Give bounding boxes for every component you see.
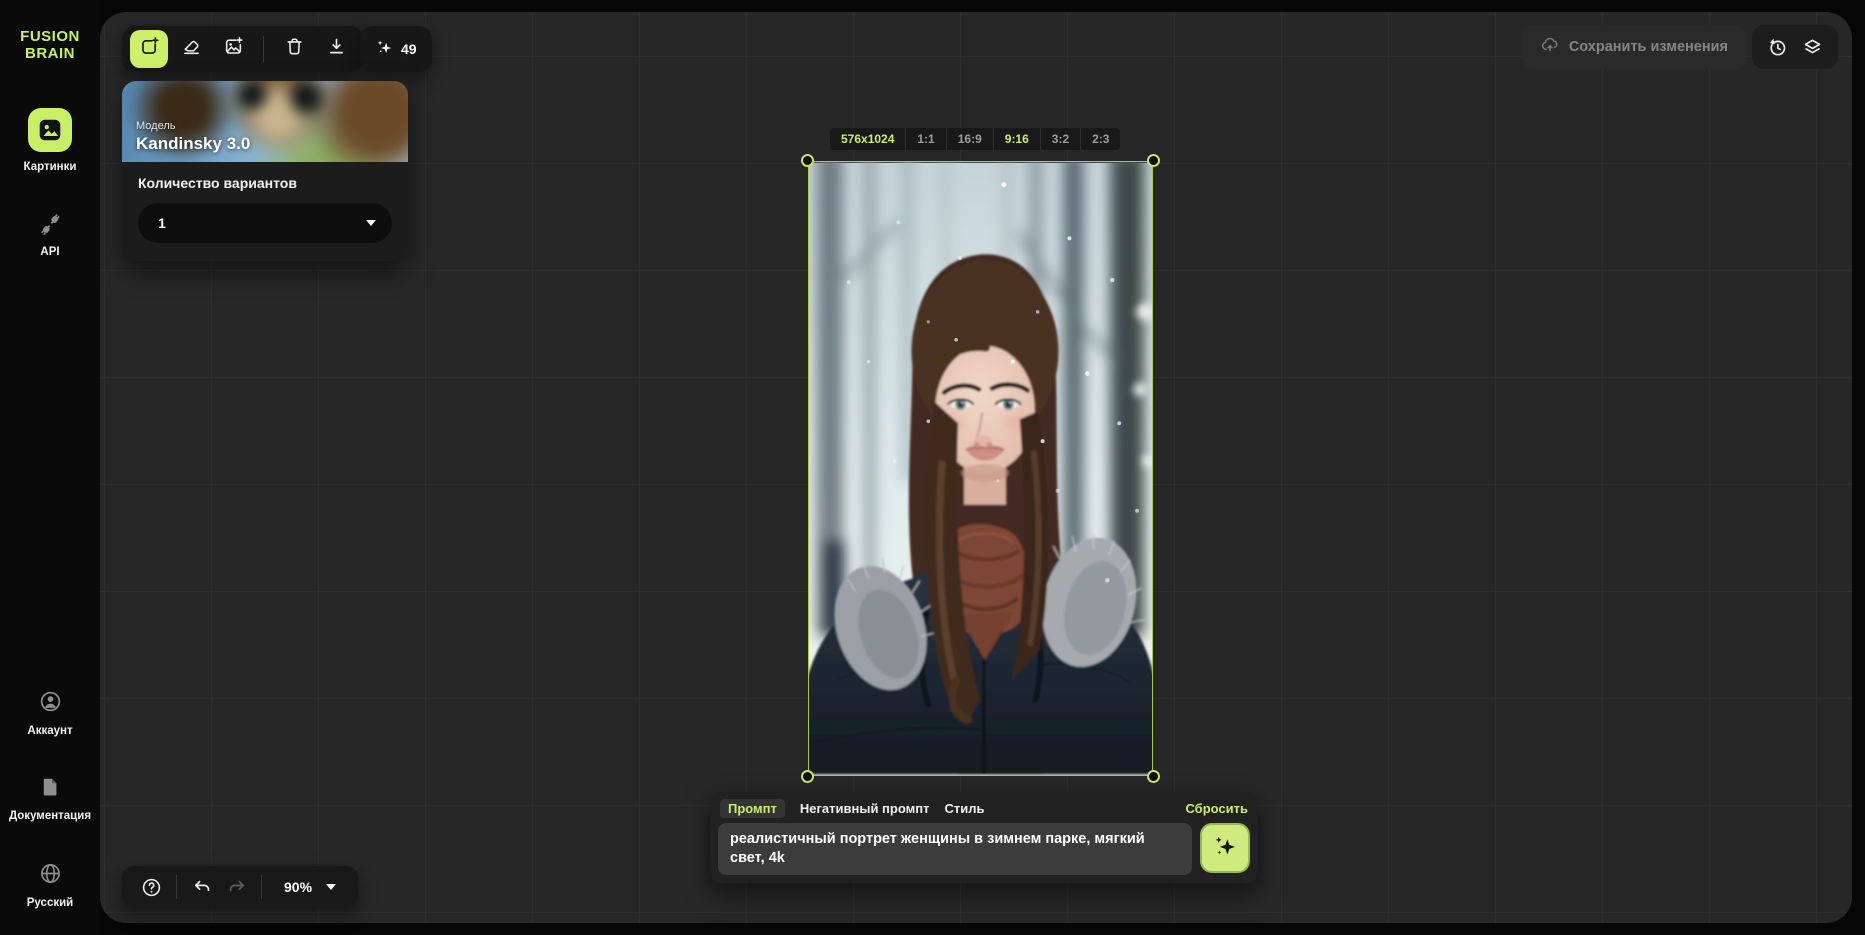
brand-line2: BRAIN [0, 45, 100, 62]
zoom-level-dropdown[interactable]: 90% [270, 879, 346, 895]
model-card: Модель Kandinsky 3.0 Количество варианто… [122, 81, 408, 261]
add-frame-icon [139, 36, 160, 62]
sidebar: FUSION BRAIN Картинки [0, 0, 100, 935]
footer-divider [176, 875, 177, 899]
sidebar-item-pictures[interactable]: Картинки [0, 108, 100, 173]
image-add-icon [223, 36, 244, 62]
layers-icon[interactable] [1802, 37, 1823, 58]
resize-handle-bottom-right[interactable] [1147, 770, 1160, 783]
sidebar-item-account[interactable]: Аккаунт [0, 690, 100, 737]
help-icon[interactable] [134, 870, 168, 904]
save-changes-button[interactable]: Сохранить изменения [1522, 25, 1746, 69]
sidebar-item-label: API [40, 246, 59, 258]
model-select[interactable]: Модель Kandinsky 3.0 [122, 81, 408, 162]
sidebar-item-label: Аккаунт [27, 725, 72, 737]
eraser-button[interactable] [172, 30, 210, 68]
cloud-upload-icon [1540, 35, 1560, 59]
model-name: Kandinsky 3.0 [136, 134, 250, 154]
credits-count: 49 [401, 41, 417, 57]
footer-divider [261, 875, 262, 899]
app: FUSION BRAIN Картинки [0, 0, 1865, 935]
prompt-input[interactable]: реалистичный портрет женщины в зимнем па… [718, 823, 1192, 875]
pictures-icon [28, 108, 72, 152]
eraser-icon [181, 36, 202, 62]
sidebar-item-label: Документация [9, 810, 91, 822]
download-icon [326, 36, 347, 62]
plug-icon [38, 212, 63, 237]
canvas-footer-bar: 90% [122, 866, 358, 908]
chevron-down-icon [366, 220, 376, 226]
sidebar-item-api[interactable]: API [0, 212, 100, 258]
model-label: Модель [136, 120, 250, 132]
aspect-option-2-3[interactable]: 2:3 [1080, 128, 1120, 150]
history-icon[interactable] [1767, 37, 1788, 58]
prompt-tabs: Промпт Негативный промпт Стиль Сбросить [718, 798, 1250, 823]
sidebar-item-docs[interactable]: Документация [0, 776, 100, 822]
generated-image[interactable] [808, 161, 1153, 776]
brand-line1: FUSION [0, 28, 100, 45]
tab-negative-prompt[interactable]: Негативный промпт [800, 801, 930, 816]
delete-button[interactable] [275, 30, 313, 68]
variants-label: Количество вариантов [138, 175, 392, 191]
workspace-canvas[interactable]: 49 Модель Kandinsky 3.0 Количество вариа… [100, 12, 1852, 923]
sparkles-icon [375, 38, 394, 60]
toolbar-divider [263, 36, 264, 62]
aspect-ratio-bar: 576x1024 1:1 16:9 9:16 3:2 2:3 [830, 128, 1120, 150]
document-icon [39, 776, 61, 798]
tab-style[interactable]: Стиль [944, 801, 984, 816]
insert-image-button[interactable] [214, 30, 252, 68]
save-changes-label: Сохранить изменения [1569, 39, 1728, 55]
resize-handle-top-left[interactable] [801, 154, 814, 167]
reset-button[interactable]: Сбросить [1185, 801, 1248, 816]
zoom-level-value: 90% [284, 879, 312, 895]
generate-button[interactable] [1200, 823, 1250, 873]
tab-prompt[interactable]: Промпт [720, 799, 785, 818]
aspect-option-3-2[interactable]: 3:2 [1040, 128, 1080, 150]
globe-icon [39, 862, 62, 885]
top-right-tools [1752, 25, 1838, 69]
new-frame-button[interactable] [130, 30, 168, 68]
undo-icon[interactable] [185, 870, 219, 904]
sidebar-item-label: Картинки [24, 161, 77, 173]
aspect-option-size[interactable]: 576x1024 [830, 128, 905, 150]
chevron-down-icon [326, 884, 336, 890]
resize-handle-bottom-left[interactable] [801, 770, 814, 783]
edit-toolbar [122, 26, 363, 72]
trash-icon [284, 36, 305, 62]
sidebar-item-language[interactable]: Русский [0, 862, 100, 909]
prompt-panel: Промпт Негативный промпт Стиль Сбросить … [710, 792, 1258, 883]
portrait-image [809, 162, 1152, 775]
redo-icon[interactable] [219, 870, 253, 904]
brand-logo: FUSION BRAIN [0, 28, 100, 62]
sidebar-item-label: Русский [27, 897, 73, 909]
aspect-option-1-1[interactable]: 1:1 [905, 128, 945, 150]
account-icon [39, 690, 62, 713]
download-button[interactable] [317, 30, 355, 68]
variants-value: 1 [158, 215, 166, 231]
sparkles-icon [1212, 833, 1238, 864]
variants-dropdown[interactable]: 1 [138, 203, 392, 243]
aspect-option-9-16[interactable]: 9:16 [993, 128, 1040, 150]
resize-handle-top-right[interactable] [1147, 154, 1160, 167]
credits-pill[interactable]: 49 [360, 26, 432, 72]
aspect-option-16-9[interactable]: 16:9 [946, 128, 993, 150]
